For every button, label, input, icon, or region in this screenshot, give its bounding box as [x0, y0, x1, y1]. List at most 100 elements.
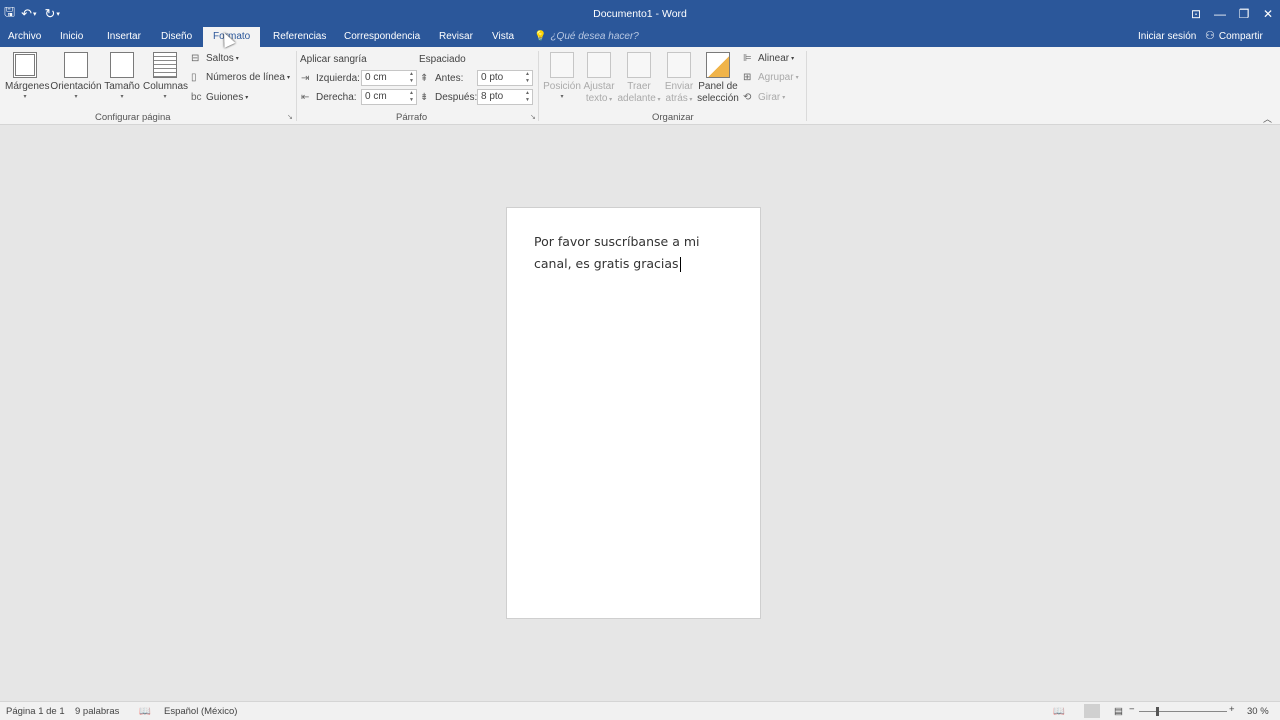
tab-insertar[interactable]: Insertar	[99, 27, 149, 47]
margins-label: Márgenes	[5, 81, 50, 92]
sign-in-link[interactable]: Iniciar sesión	[1138, 27, 1196, 46]
tab-archivo[interactable]: Archivo	[0, 27, 49, 47]
spinner-icon[interactable]: ▲ ▼	[409, 71, 414, 85]
chevron-down-icon: ▾	[286, 74, 290, 81]
spinner-icon[interactable]: ▲ ▼	[525, 71, 530, 85]
read-mode-icon[interactable]: 📖	[1053, 706, 1065, 717]
breaks-icon: ⊟	[191, 53, 200, 64]
wrap-text-label-1: Ajustar	[583, 81, 615, 92]
restore-icon[interactable]: ❐	[1232, 0, 1256, 27]
page-size-icon	[110, 52, 134, 78]
share-button[interactable]: ⚇ Compartir	[1203, 27, 1263, 47]
tab-diseno[interactable]: Diseño	[153, 27, 200, 47]
web-layout-icon[interactable]: ▤	[1114, 706, 1123, 717]
hyphenation-label: Guiones	[206, 92, 244, 103]
ribbon: Márgenes ▾ Orientación ▾ Tamaño ▾ Column…	[0, 47, 1280, 125]
tab-revisar[interactable]: Revisar	[431, 27, 481, 47]
group-label-arrange: Organizar	[652, 112, 694, 123]
indent-right-input[interactable]: 0 cm ▲ ▼	[361, 89, 417, 105]
document-page[interactable]: Por favor suscríbanse a mi canal, es gra…	[506, 207, 761, 619]
spacing-before-text: Antes:	[435, 73, 464, 84]
bring-forward-button[interactable]: Traer adelante ▾	[616, 52, 662, 106]
zoom-level[interactable]: 30 %	[1247, 706, 1269, 717]
chevron-down-icon: ▾	[782, 94, 786, 101]
indent-left-icon: ⇥	[301, 73, 310, 84]
minimize-icon[interactable]: —	[1208, 0, 1232, 27]
proofing-icon[interactable]: 📖	[139, 706, 151, 717]
title-bar: 🖫 ↶ ▾ ↻ ▾ Documento1 - Word ⊡ — ❐ ✕	[0, 0, 1280, 27]
print-layout-icon[interactable]	[1084, 704, 1100, 718]
line-numbers-button[interactable]: ▯ Números de línea ▾	[191, 72, 290, 83]
send-backward-button[interactable]: Enviar atrás ▾	[662, 52, 696, 106]
chevron-down-icon: ▾	[560, 94, 564, 100]
tab-correspondencia[interactable]: Correspondencia	[336, 27, 428, 47]
indent-heading: Aplicar sangría	[300, 54, 367, 65]
tell-me-box[interactable]: 💡 ¿Qué desea hacer?	[534, 27, 639, 47]
rotate-label: Girar	[758, 92, 781, 103]
document-body[interactable]: Por favor suscríbanse a mi canal, es gra…	[534, 231, 739, 275]
group-divider	[538, 51, 539, 121]
ribbon-display-icon[interactable]: ⊡	[1184, 0, 1208, 27]
tab-vista[interactable]: Vista	[484, 27, 522, 47]
dialog-launcher-icon[interactable]: ↘	[287, 113, 293, 121]
tab-referencias[interactable]: Referencias	[265, 27, 334, 47]
spacing-before-icon: ⇞	[420, 73, 429, 84]
wrap-text-label-2: texto	[585, 93, 608, 104]
word-count[interactable]: 9 palabras	[75, 706, 119, 717]
document-line: canal, es gratis gracias	[534, 256, 679, 271]
columns-icon	[153, 52, 177, 78]
zoom-slider-thumb[interactable]	[1156, 707, 1159, 716]
group-icon: ⊞	[743, 72, 752, 83]
spacing-after-icon: ⇟	[420, 92, 429, 103]
spacing-before-value: 0 pto	[481, 72, 504, 83]
send-backward-label-1: Enviar	[664, 81, 694, 92]
position-button[interactable]: Posición ▾	[542, 52, 582, 100]
spacing-before-label: ⇞ Antes:	[420, 73, 463, 84]
hyphenation-button[interactable]: bc Guiones ▾	[191, 92, 248, 103]
selection-pane-label-2: selección	[697, 93, 739, 104]
align-button[interactable]: ⊫ Alinear ▾	[743, 53, 794, 64]
collapse-ribbon-icon[interactable]: ︿	[1263, 112, 1272, 125]
group-button[interactable]: ⊞ Agrupar ▾	[743, 72, 799, 83]
rotate-button[interactable]: ⟲ Girar ▾	[743, 92, 785, 103]
columns-button[interactable]: Columnas ▾	[143, 52, 189, 100]
selection-pane-button[interactable]: Panel de selección	[697, 52, 739, 105]
indent-right-label: ⇤ Derecha:	[301, 92, 357, 103]
zoom-out-icon[interactable]: −	[1129, 704, 1135, 715]
line-numbers-icon: ▯	[191, 72, 197, 83]
columns-label: Columnas	[143, 81, 189, 92]
group-divider	[296, 51, 297, 121]
chevron-down-icon: ▾	[235, 55, 239, 62]
close-icon[interactable]: ✕	[1256, 0, 1280, 27]
spinner-icon[interactable]: ▲ ▼	[525, 90, 530, 104]
zoom-slider[interactable]	[1139, 711, 1227, 712]
zoom-in-icon[interactable]: +	[1229, 704, 1235, 715]
size-button[interactable]: Tamaño ▾	[103, 52, 141, 100]
group-label-paragraph: Párrafo	[396, 112, 428, 123]
indent-left-input[interactable]: 0 cm ▲ ▼	[361, 70, 417, 86]
text-cursor	[679, 257, 681, 272]
wrap-text-button[interactable]: Ajustar texto ▾	[581, 52, 617, 106]
align-icon: ⊫	[743, 53, 752, 64]
chevron-down-icon: ▾	[120, 94, 124, 100]
send-backward-label-2: atrás	[665, 93, 688, 104]
language-indicator[interactable]: Español (México)	[164, 706, 237, 717]
spacing-after-value: 8 pto	[481, 91, 504, 102]
spacing-before-input[interactable]: 0 pto ▲ ▼	[477, 70, 533, 86]
spinner-icon[interactable]: ▲ ▼	[409, 90, 414, 104]
indent-left-label: ⇥ Izquierda:	[301, 73, 360, 84]
indent-right-icon: ⇤	[301, 92, 310, 103]
breaks-button[interactable]: ⊟ Saltos ▾	[191, 53, 239, 64]
rotate-icon: ⟲	[743, 92, 752, 103]
chevron-down-icon: ▾	[607, 97, 613, 103]
margins-button[interactable]: Márgenes ▾	[5, 52, 49, 100]
selection-pane-icon	[706, 52, 730, 78]
dialog-launcher-icon[interactable]: ↘	[530, 113, 536, 121]
page-count[interactable]: Página 1 de 1	[6, 706, 65, 717]
orientation-button[interactable]: Orientación ▾	[50, 52, 102, 100]
tab-inicio[interactable]: Inicio	[52, 27, 91, 47]
orientation-label: Orientación	[50, 81, 102, 92]
chevron-down-icon: ▾	[245, 94, 249, 101]
spacing-after-input[interactable]: 8 pto ▲ ▼	[477, 89, 533, 105]
share-label: Compartir	[1218, 31, 1263, 42]
